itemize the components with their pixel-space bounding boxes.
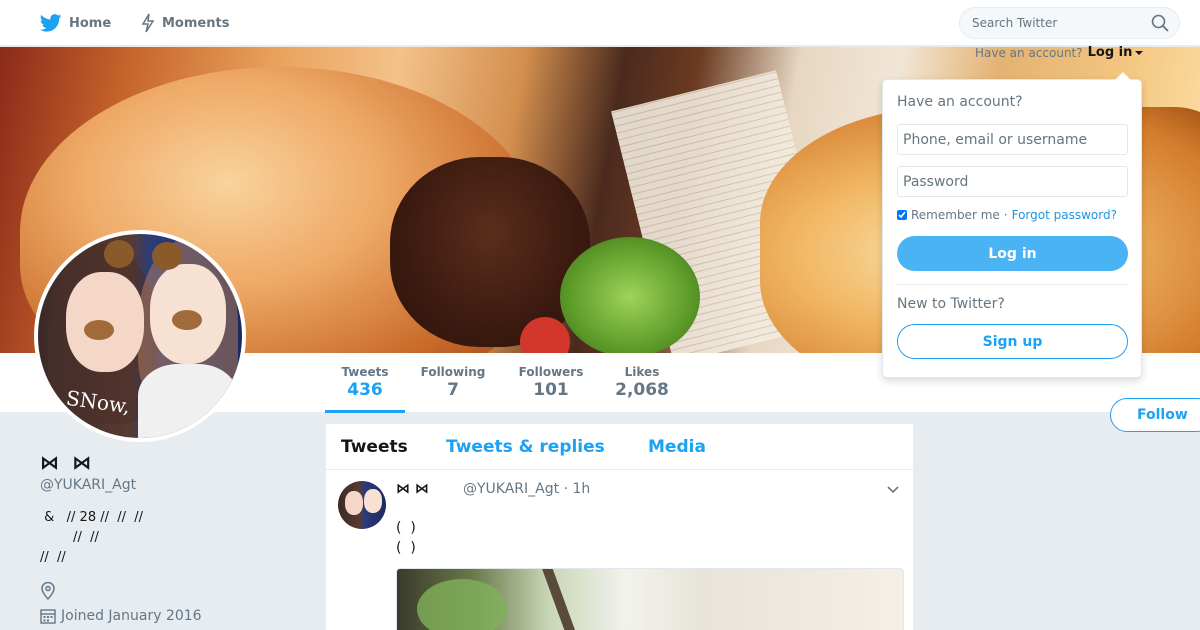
timeline-tabs: Tweets Tweets & replies Media: [326, 424, 913, 470]
tweet-text: ( ) ( ): [396, 520, 416, 556]
banner-patty-shape: [390, 157, 590, 347]
username-field[interactable]: [897, 124, 1128, 155]
login-button[interactable]: Log in: [897, 236, 1128, 271]
stat-tweets-label: Tweets: [341, 365, 389, 379]
stat-tweets-value: 436: [347, 380, 383, 400]
profile-bio: & // 28 // // // // // // //: [40, 510, 144, 565]
login-prompt: Have an account?: [975, 45, 1083, 60]
avatar-nose-filter-right: [172, 310, 202, 330]
caret-down-icon[interactable]: [1135, 50, 1144, 55]
stat-following-label: Following: [420, 365, 486, 379]
map-pin-icon: [41, 581, 55, 601]
banner-lettuce-shape: [560, 237, 700, 353]
tweet-handle-time[interactable]: @YUKARI_Agt · 1h: [463, 481, 590, 497]
joined-date: Joined January 2016: [61, 608, 202, 624]
search-input[interactable]: [972, 8, 1152, 38]
calendar-icon: [40, 609, 56, 624]
tweet-avatar-face-left: [345, 491, 363, 515]
forgot-password-link[interactable]: Forgot password?: [1012, 208, 1117, 222]
chevron-down-icon[interactable]: [886, 483, 900, 497]
twitter-bird-icon: [40, 14, 62, 32]
remember-checkbox[interactable]: [897, 210, 907, 220]
login-link[interactable]: Log in: [1088, 45, 1133, 60]
nav-moments-label: Moments: [162, 15, 230, 31]
nav-moments[interactable]: Moments: [141, 0, 229, 46]
tab-tweets-and-replies[interactable]: Tweets & replies: [446, 437, 605, 457]
tweet-avatar-face-right: [364, 489, 382, 513]
profile-handle[interactable]: @YUKARI_Agt: [40, 477, 136, 493]
remember-row: Remember me · Forgot password?: [897, 208, 1117, 222]
profile-name[interactable]: ⋈ ︎︎︎︎︎ ⋈: [40, 452, 91, 474]
avatar-ears-filter: [104, 240, 184, 272]
lightning-icon: [141, 13, 155, 33]
tweet-author-name[interactable]: ⋈ ⋈: [396, 481, 429, 497]
tweet-photo[interactable]: [396, 568, 904, 630]
dropdown-divider: [897, 284, 1128, 285]
search-box: [959, 7, 1180, 39]
profile-avatar[interactable]: SNow,: [34, 230, 246, 442]
stat-followers-label: Followers: [518, 365, 584, 379]
timeline: Tweets Tweets & replies Media ⋈ ⋈ @YUKAR…: [325, 423, 914, 630]
tweet-photo-leaf: [417, 579, 507, 630]
avatar-shirt: [138, 364, 238, 438]
login-dropdown: Have an account? Remember me · Forgot pa…: [882, 72, 1142, 378]
stat-following-value: 7: [447, 380, 459, 400]
tweet-avatar[interactable]: [338, 481, 386, 529]
stat-likes[interactable]: Likes 2,068: [608, 353, 676, 413]
tweet-photo-stick: [540, 569, 584, 630]
avatar-image: SNow,: [38, 234, 242, 438]
signup-button[interactable]: Sign up: [897, 324, 1128, 359]
stat-tweets[interactable]: Tweets 436: [325, 353, 405, 413]
tab-tweets[interactable]: Tweets: [341, 437, 408, 457]
nav-home[interactable]: Home: [40, 0, 111, 46]
new-to-twitter-prompt: New to Twitter?: [897, 296, 1005, 312]
search-icon[interactable]: [1151, 14, 1169, 32]
avatar-nose-filter-left: [84, 320, 114, 340]
password-field[interactable]: [897, 166, 1128, 197]
top-navigation: Home Moments: [0, 0, 1200, 46]
separator-dot: ·: [1003, 208, 1008, 222]
stat-likes-label: Likes: [624, 365, 660, 379]
stat-likes-value: 2,068: [615, 380, 669, 400]
follow-button[interactable]: Follow: [1110, 398, 1200, 432]
tweet[interactable]: ⋈ ⋈ @YUKARI_Agt · 1h ( ) ( ): [326, 471, 913, 630]
tab-media[interactable]: Media: [648, 437, 706, 457]
stat-following[interactable]: Following 7: [415, 353, 491, 413]
dropdown-title: Have an account?: [897, 94, 1023, 110]
stat-followers[interactable]: Followers 101: [511, 353, 591, 413]
nav-home-label: Home: [69, 15, 112, 31]
remember-label: Remember me: [911, 208, 1000, 222]
login-toggle: Have an account? Log in: [975, 45, 1144, 60]
stat-followers-value: 101: [533, 380, 569, 400]
joined-row: Joined January 2016: [40, 608, 202, 624]
location-row: [40, 581, 56, 604]
